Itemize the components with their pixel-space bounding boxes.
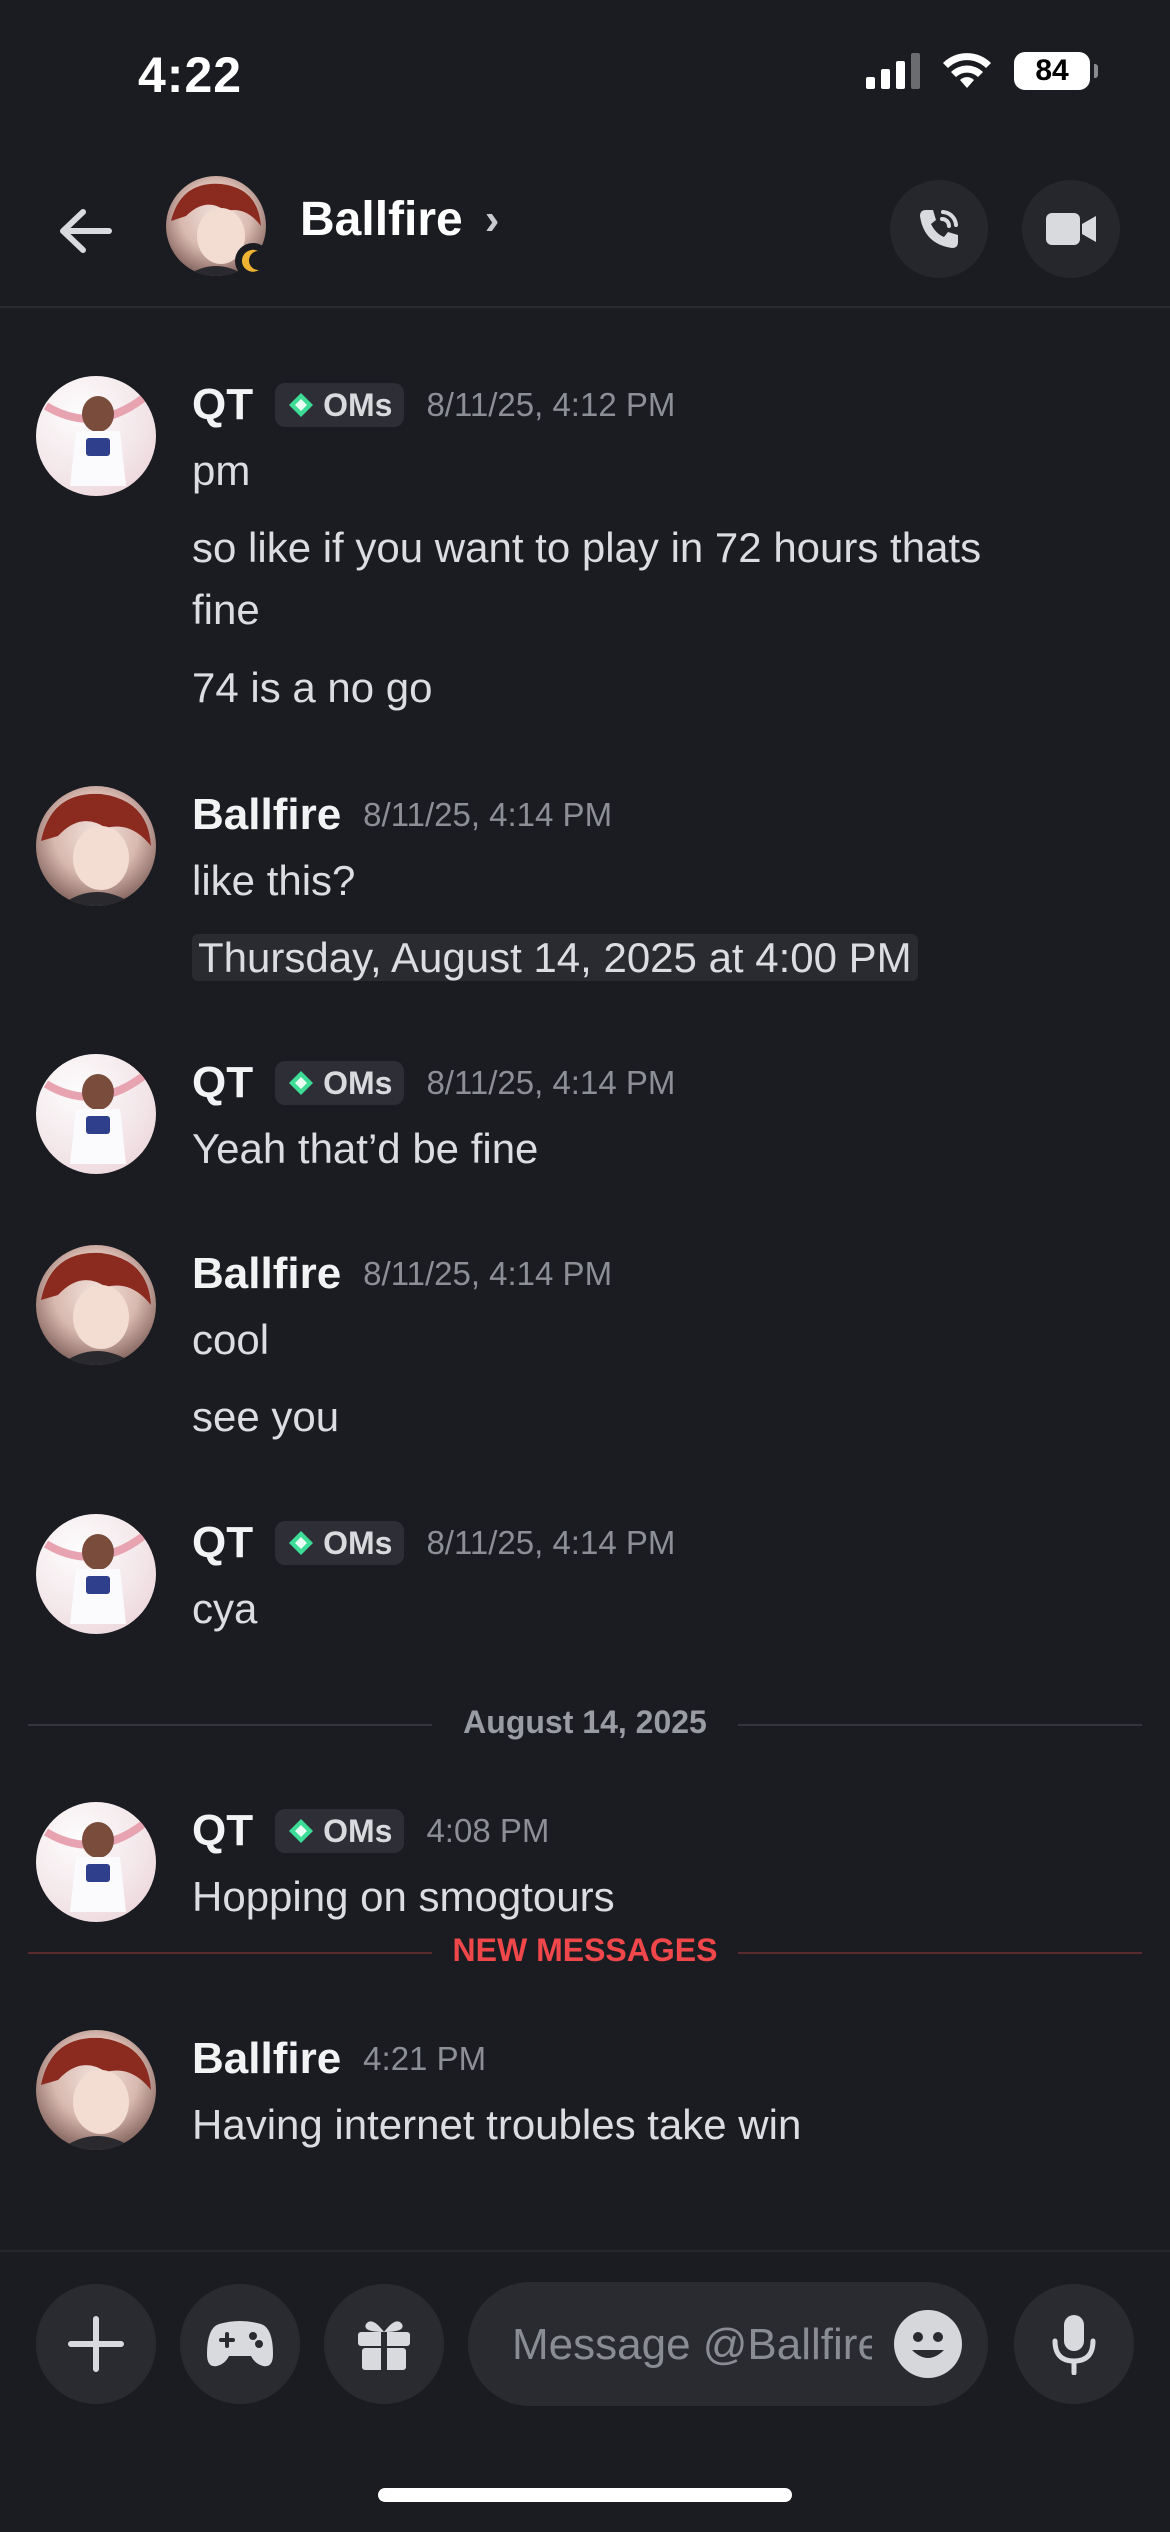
qt-avatar[interactable] [36, 1802, 156, 1922]
server-tag-badge[interactable]: OMs [275, 1061, 405, 1105]
gamepad-icon [207, 2321, 273, 2367]
message-timestamp: 8/11/25, 4:14 PM [363, 796, 613, 833]
video-call-button[interactable] [1022, 180, 1120, 278]
message-text[interactable]: pm [192, 440, 250, 502]
video-camera-icon [1046, 213, 1096, 245]
battery-level: 84 [1035, 54, 1069, 87]
timestamp-chip[interactable]: Thursday, August 14, 2025 at 4:00 PM [192, 934, 918, 981]
qt-avatar[interactable] [36, 1514, 156, 1634]
author-name[interactable]: QT [192, 1806, 253, 1856]
voice-message-button[interactable] [1014, 2284, 1134, 2404]
dm-title-button[interactable]: Ballfire › [300, 192, 499, 247]
dm-title: Ballfire [300, 193, 463, 246]
message-text[interactable]: 74 is a no go [192, 657, 433, 719]
author-name[interactable]: Ballfire [192, 2034, 341, 2084]
phone-call-icon [920, 210, 958, 248]
ballfire-avatar[interactable] [36, 1245, 156, 1365]
author-name[interactable]: QT [192, 1058, 253, 1108]
message-text[interactable]: Having internet troubles take win [192, 2094, 801, 2156]
smiley-face-icon [912, 2332, 944, 2358]
qt-avatar[interactable] [36, 1054, 156, 1174]
avatar-art-icon [43, 1818, 149, 1912]
message-text[interactable]: cya [192, 1578, 257, 1640]
header-avatar[interactable] [166, 176, 271, 279]
message-timestamp: 8/11/25, 4:14 PM [426, 1064, 676, 1101]
status-bar: 4:22 84 [0, 0, 1170, 150]
status-time: 4:22 [138, 47, 243, 103]
new-messages-divider: NEW MESSAGES [28, 1932, 1142, 1972]
microphone-icon [1052, 2315, 1096, 2375]
battery-icon: 84 [1014, 52, 1098, 90]
gift-button[interactable] [324, 2284, 444, 2404]
avatar-art-icon [43, 1070, 149, 1164]
server-tag-label: OMs [323, 1064, 393, 1101]
voice-call-button[interactable] [890, 180, 988, 278]
author-name[interactable]: QT [192, 1518, 253, 1568]
message-text[interactable]: Yeah that’d be fine [192, 1118, 538, 1180]
avatar-art-icon [41, 2037, 151, 2150]
back-button[interactable] [50, 196, 120, 266]
server-tag-label: OMs [323, 1812, 393, 1849]
message-composer [0, 2250, 1170, 2412]
gem-icon [289, 1071, 314, 1095]
message-input-wrapper[interactable] [468, 2282, 988, 2406]
qt-avatar[interactable] [36, 376, 156, 496]
message-list[interactable]: QT OMs 8/11/25, 4:12 PM pm so like if yo… [0, 308, 1170, 2248]
idle-status-moon-icon [235, 243, 271, 279]
avatar-art-icon [43, 1530, 149, 1624]
message-timestamp: 4:21 PM [363, 2040, 487, 2077]
message-text[interactable]: so like if you want to play in 72 hours … [192, 517, 981, 579]
server-tag-badge[interactable]: OMs [275, 383, 405, 427]
add-attachment-button[interactable] [36, 2284, 156, 2404]
gem-icon [289, 393, 314, 417]
message-input[interactable] [510, 2282, 874, 2406]
server-tag-badge[interactable]: OMs [275, 1521, 405, 1565]
author-name[interactable]: QT [192, 380, 253, 430]
message-timestamp: 8/11/25, 4:12 PM [426, 386, 676, 423]
author-name[interactable]: Ballfire [192, 1249, 341, 1299]
avatar-art-icon [43, 392, 149, 486]
message-text[interactable]: cool [192, 1309, 269, 1371]
chevron-right-icon: › [484, 194, 500, 244]
server-tag-badge[interactable]: OMs [275, 1809, 405, 1853]
gem-icon [289, 1819, 314, 1843]
ballfire-avatar[interactable] [36, 2030, 156, 2150]
dm-header: Ballfire › [0, 150, 1170, 308]
server-tag-label: OMs [323, 1524, 393, 1561]
message-text[interactable]: fine [192, 579, 260, 641]
avatar-art-icon [41, 1252, 151, 1365]
author-name[interactable]: Ballfire [192, 790, 341, 840]
avatar-art-icon [41, 793, 151, 906]
message-text[interactable]: like this? [192, 850, 355, 912]
date-divider: August 14, 2025 [28, 1704, 1142, 1744]
message-timestamp: 8/11/25, 4:14 PM [426, 1524, 676, 1561]
message-timestamp: 4:08 PM [426, 1812, 550, 1849]
emoji-button[interactable] [894, 2310, 962, 2378]
new-messages-label: NEW MESSAGES [452, 1932, 718, 1968]
activities-button[interactable] [180, 2284, 300, 2404]
home-indicator[interactable] [378, 2488, 792, 2502]
message-text[interactable]: see you [192, 1386, 339, 1448]
date-divider-label: August 14, 2025 [463, 1704, 707, 1740]
message-timestamp-embed[interactable]: Thursday, August 14, 2025 at 4:00 PM [192, 927, 918, 989]
back-arrow-icon [60, 209, 112, 253]
wifi-icon [943, 53, 991, 88]
plus-icon [68, 2316, 124, 2372]
message-text[interactable]: Hopping on smogtours [192, 1866, 615, 1928]
message-timestamp: 8/11/25, 4:14 PM [363, 1255, 613, 1292]
status-icons: 84 [866, 52, 1098, 90]
gem-icon [289, 1531, 314, 1555]
server-tag-label: OMs [323, 386, 393, 423]
cellular-signal-icon [866, 53, 920, 89]
gift-icon [358, 2321, 410, 2370]
ballfire-avatar[interactable] [36, 786, 156, 906]
